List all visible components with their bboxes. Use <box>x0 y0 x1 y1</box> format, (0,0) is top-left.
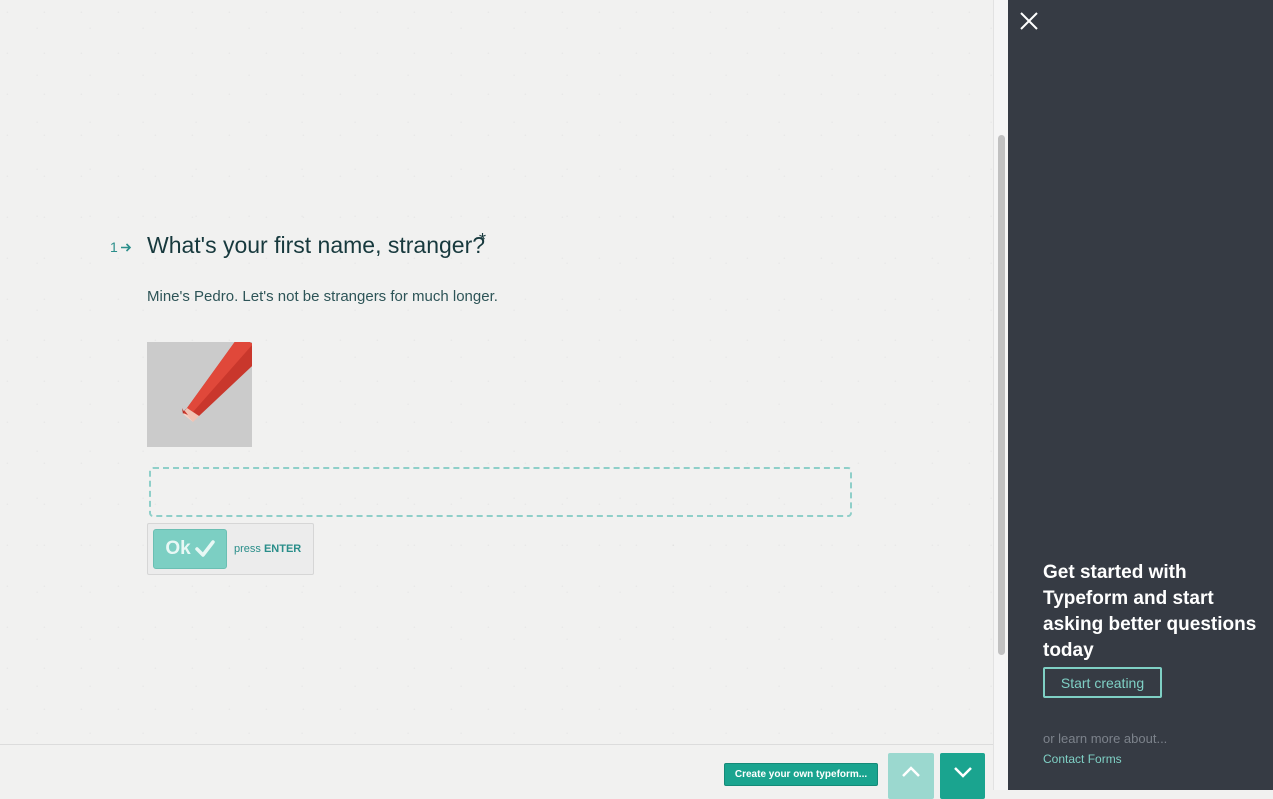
pencil-icon <box>182 342 252 422</box>
side-panel: Get started with Typeform and start aski… <box>1008 0 1273 790</box>
create-typeform-button[interactable]: Create your own typeform... <box>724 763 878 786</box>
question-description: Mine's Pedro. Let's not be strangers for… <box>147 288 498 305</box>
bottom-bar: Create your own typeform... <box>0 744 993 799</box>
ok-button-label: Ok <box>165 538 191 559</box>
question-image <box>147 342 252 447</box>
scrollbar-thumb[interactable] <box>998 135 1005 655</box>
answer-input[interactable] <box>149 467 852 517</box>
start-creating-button[interactable]: Start creating <box>1043 667 1162 698</box>
close-button[interactable] <box>1018 10 1040 32</box>
press-label: press <box>234 543 261 555</box>
chevron-down-icon <box>953 767 972 778</box>
close-icon <box>1020 12 1038 30</box>
question-number-label: 1 <box>110 239 118 255</box>
enter-label: ENTER <box>263 543 302 555</box>
form-area: 1 What's your first name, stranger? * Mi… <box>0 0 993 799</box>
ok-container: Ok press ENTER <box>147 523 314 575</box>
chevron-up-icon <box>902 766 920 777</box>
promo-heading: Get started with Typeform and start aski… <box>1043 562 1257 661</box>
required-asterisk: * <box>479 230 487 250</box>
ok-button[interactable]: Ok <box>153 529 227 569</box>
arrow-right-icon <box>120 242 131 252</box>
scrollbar[interactable] <box>993 0 1008 790</box>
learn-more-text: or learn more about... <box>1043 731 1168 746</box>
contact-forms-link[interactable]: Contact Forms <box>1043 752 1122 766</box>
previous-question-button[interactable] <box>888 753 934 799</box>
question-number: 1 <box>110 239 132 255</box>
next-question-button[interactable] <box>940 753 985 799</box>
checkmark-icon <box>194 540 215 557</box>
press-enter-hint: press ENTER <box>234 543 301 555</box>
question-title: What's your first name, stranger? <box>147 232 486 258</box>
